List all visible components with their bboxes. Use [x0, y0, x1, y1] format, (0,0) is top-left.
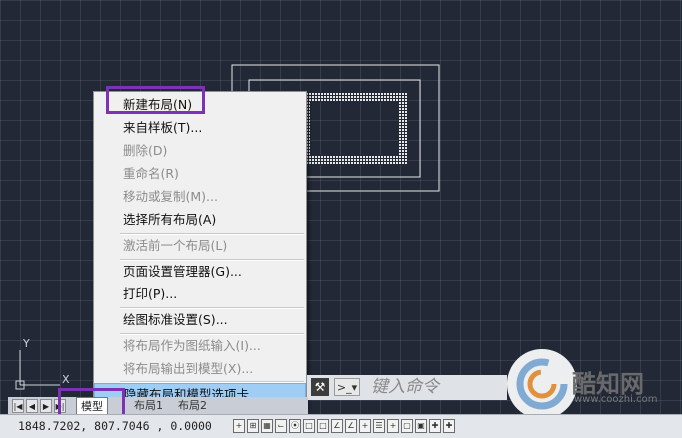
menu-item-export-layout-to-model[interactable]: 将布局输出到模型(X)... [94, 358, 306, 380]
grid-display-icon[interactable]: ▦ [261, 419, 273, 433]
dynamic-input-icon[interactable]: + [359, 419, 371, 433]
ucs-x-label: X [62, 373, 70, 386]
ucs-y-label: Y [23, 337, 30, 350]
transparency-icon[interactable]: ▢ [401, 419, 413, 433]
menu-item-page-setup-manager[interactable]: 页面设置管理器(G)... [94, 261, 306, 283]
layout-tab-context-menu: 新建布局(N) 来自样板(T)... 删除(D) 重命名(R) 移动或复制(M)… [93, 91, 307, 409]
annotation-monitor-icon[interactable]: ✚ [443, 419, 455, 433]
watermark-c-icon [516, 358, 568, 410]
selection-cycling-icon[interactable]: ✚ [429, 419, 441, 433]
previous-tab-icon[interactable]: ◀ [26, 399, 38, 413]
lineweight-icon[interactable]: ☰ [373, 419, 385, 433]
menu-item-from-template[interactable]: 来自样板(T)... [94, 117, 306, 139]
menu-item-import-layout-as-sheet[interactable]: 将布局作为图纸输入(I)... [94, 335, 306, 357]
crosshair-icon[interactable]: + [387, 419, 399, 433]
command-input[interactable]: 键入命令 [371, 376, 439, 398]
layout-tab-strip: |◀ ◀ ▶ ▶| 模型 布局1 布局2 [8, 397, 308, 415]
next-tab-icon[interactable]: ▶ [40, 399, 52, 413]
wrench-icon[interactable]: ⚒ [311, 378, 329, 396]
coordinate-readout: 1848.7202, 807.7046 , 0.0000 [18, 419, 212, 433]
polar-tracking-icon[interactable]: ⦿ [289, 419, 301, 433]
highlight-box-model-tab [58, 388, 125, 417]
menu-item-rename[interactable]: 重命名(R) [94, 163, 306, 185]
menu-item-move-or-copy[interactable]: 移动或复制(M)... [94, 186, 306, 208]
watermark-logo [507, 349, 577, 419]
dynamic-ucs-icon[interactable]: ∠ [345, 419, 357, 433]
status-bar: 1848.7202, 807.7046 , 0.0000 + ⊞ ▦ ⌙ ⦿ □… [0, 414, 682, 438]
command-line[interactable]: ⚒ >_▾ 键入命令 [307, 375, 507, 400]
object-snap-icon[interactable]: □ [303, 419, 315, 433]
watermark-url: www.coozhi.com [574, 394, 658, 405]
hatched-frame [300, 92, 408, 165]
menu-item-activate-previous-layout[interactable]: 激活前一个布局(L) [94, 235, 306, 257]
menu-item-delete[interactable]: 删除(D) [94, 140, 306, 162]
quick-properties-icon[interactable]: ▣ [415, 419, 427, 433]
ortho-mode-icon[interactable]: ⌙ [275, 419, 287, 433]
object-snap-tracking-icon[interactable]: ∠ [331, 419, 343, 433]
tab-layout2[interactable]: 布局2 [174, 397, 211, 415]
3d-object-snap-icon[interactable]: □ [317, 419, 329, 433]
command-prompt-icon[interactable]: >_▾ [334, 378, 360, 396]
infer-constraints-icon[interactable]: + [233, 419, 245, 433]
snap-mode-icon[interactable]: ⊞ [247, 419, 259, 433]
menu-item-drawing-standards[interactable]: 绘图标准设置(S)... [94, 309, 306, 331]
highlight-box-new-layout [106, 86, 205, 114]
menu-item-plot[interactable]: 打印(P)... [94, 283, 306, 305]
menu-item-select-all-layouts[interactable]: 选择所有布局(A) [94, 209, 306, 231]
tab-layout1[interactable]: 布局1 [130, 397, 167, 415]
first-tab-icon[interactable]: |◀ [12, 399, 24, 413]
drawing-canvas[interactable]: Y X 新建布局(N) 来自样板(T)... 删除(D) 重命名(R) 移动或复… [0, 0, 682, 438]
